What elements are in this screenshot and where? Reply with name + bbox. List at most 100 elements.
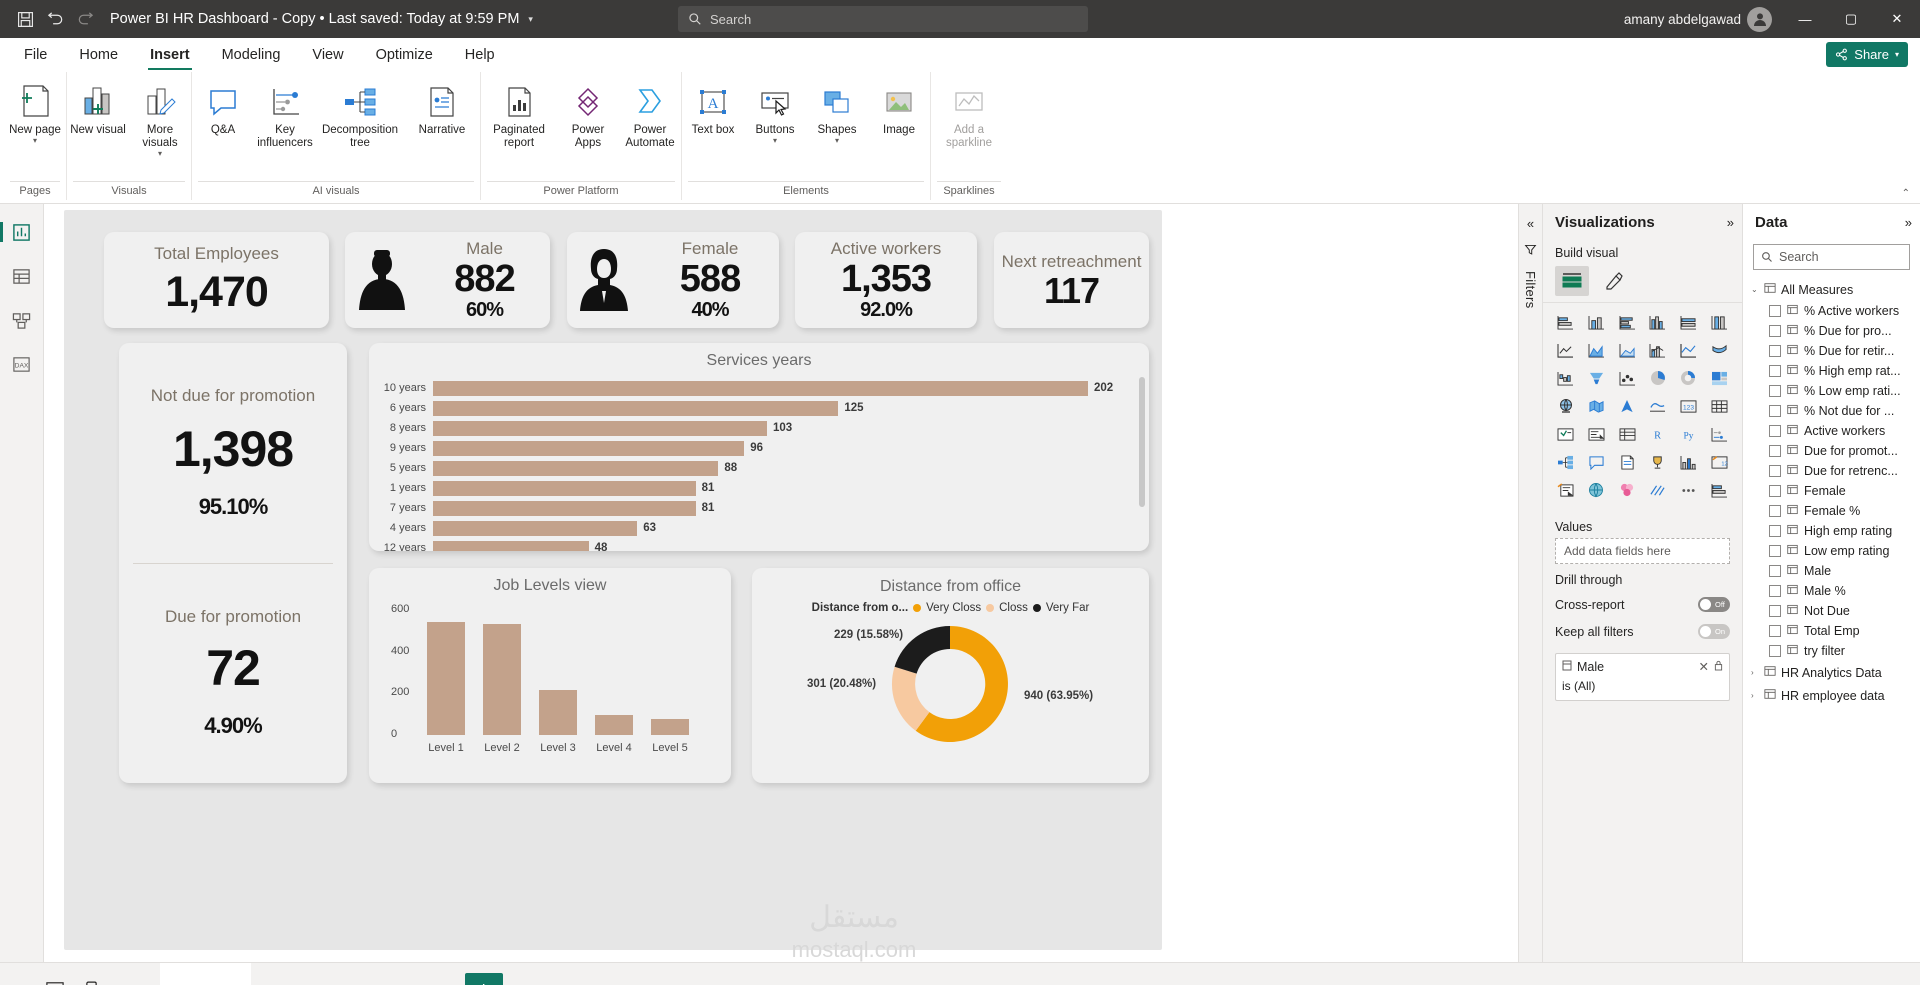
data-field-row[interactable]: % High emp rat... xyxy=(1743,361,1920,381)
table-icon[interactable] xyxy=(1704,393,1734,419)
shapes-button[interactable]: Shapes ▾ xyxy=(806,76,868,145)
kpi-card-total-employees[interactable]: Total Employees 1,470 xyxy=(104,232,329,328)
data-search-input[interactable]: Search xyxy=(1753,244,1910,270)
bar-row[interactable]: 9 years 96 xyxy=(375,440,1149,456)
close-button[interactable]: ✕ xyxy=(1874,0,1920,38)
power-apps-button[interactable]: Power Apps xyxy=(557,76,619,150)
data-field-row[interactable]: Male % xyxy=(1743,581,1920,601)
page-tab-details[interactable]: Details xyxy=(257,963,352,985)
power-automate-button[interactable]: Power Automate xyxy=(619,76,681,150)
bar-fill[interactable] xyxy=(433,520,638,536)
save-icon[interactable] xyxy=(10,5,40,33)
paginated-report-icon[interactable]: 123 xyxy=(1704,449,1734,475)
donut-chart-icon[interactable] xyxy=(1674,365,1704,391)
waterfall-chart-icon[interactable] xyxy=(1551,365,1581,391)
line-chart-icon[interactable] xyxy=(1551,337,1581,363)
buttons-caret[interactable]: ▾ xyxy=(773,137,777,145)
get-more-visuals-icon[interactable] xyxy=(1643,477,1673,503)
buttons-button[interactable]: Buttons ▾ xyxy=(744,76,806,145)
desktop-view-icon[interactable] xyxy=(40,976,70,985)
bar-fill[interactable] xyxy=(433,440,745,456)
ribbon-chart-icon[interactable] xyxy=(1704,337,1734,363)
page-tab-home[interactable]: Home xyxy=(160,962,251,985)
tab-home[interactable]: Home xyxy=(63,38,134,72)
data-field-row[interactable]: Due for promot... xyxy=(1743,441,1920,461)
field-checkbox[interactable] xyxy=(1769,325,1781,337)
data-field-row[interactable]: % Active workers xyxy=(1743,301,1920,321)
chevron-double-right-icon[interactable]: » xyxy=(1905,215,1912,230)
field-checkbox[interactable] xyxy=(1769,345,1781,357)
filters-pane-label[interactable]: Filters xyxy=(1523,271,1538,309)
data-field-row[interactable]: % Not due for ... xyxy=(1743,401,1920,421)
bar-fill[interactable] xyxy=(433,460,719,476)
minimize-button[interactable]: — xyxy=(1782,0,1828,38)
kpi-card-next-retreachment[interactable]: Next retreachment 117 xyxy=(994,232,1149,328)
legend-label-very-closs[interactable]: Very Closs xyxy=(926,602,981,614)
bar-row[interactable]: 1 years 81 xyxy=(375,480,1149,496)
share-button[interactable]: Share ▾ xyxy=(1826,42,1908,67)
stacked-bar-chart-icon[interactable] xyxy=(1551,309,1581,335)
field-checkbox[interactable] xyxy=(1769,585,1781,597)
chevron-double-right-icon[interactable]: » xyxy=(1727,215,1734,230)
scatter-chart-icon[interactable] xyxy=(1612,365,1642,391)
report-canvas[interactable]: Total Employees 1,470 Male 882 60% Femal… xyxy=(64,210,1162,962)
column-bar[interactable] xyxy=(651,718,689,735)
bar-fill[interactable] xyxy=(433,400,839,416)
key-influencers-icon[interactable]: 123 xyxy=(1674,393,1704,419)
add-sparkline-button[interactable]: Add a sparkline xyxy=(931,76,1007,150)
bar-fill[interactable] xyxy=(433,480,696,496)
key-influencers-vis-icon[interactable] xyxy=(1551,449,1581,475)
key-influencers-button[interactable]: Key influencers xyxy=(254,76,316,150)
bar-row[interactable]: 7 years 81 xyxy=(375,500,1149,516)
close-icon[interactable]: ✕ xyxy=(1699,659,1709,674)
field-checkbox[interactable] xyxy=(1769,565,1781,577)
data-field-row[interactable]: Female % xyxy=(1743,501,1920,521)
kpi-card-male[interactable]: Male 882 60% xyxy=(345,232,550,328)
mobile-view-icon[interactable] xyxy=(76,976,106,985)
power-apps-icon[interactable] xyxy=(1551,477,1581,503)
dax-query-view-icon[interactable]: DAX xyxy=(7,350,37,378)
filter-icon[interactable] xyxy=(1524,243,1537,259)
text-box-button[interactable]: A Text box xyxy=(682,76,744,137)
multi-row-card-icon[interactable] xyxy=(1612,449,1642,475)
bar-fill[interactable] xyxy=(433,500,696,516)
image-button[interactable]: Image xyxy=(868,76,930,137)
bar-fill[interactable] xyxy=(433,420,767,436)
stacked-area-chart-icon[interactable] xyxy=(1612,337,1642,363)
data-field-row[interactable]: Due for retrenc... xyxy=(1743,461,1920,481)
field-checkbox[interactable] xyxy=(1769,525,1781,537)
undo-icon[interactable] xyxy=(40,5,70,33)
fields-build-icon[interactable] xyxy=(1555,266,1589,296)
line-stacked-column-icon[interactable] xyxy=(1643,337,1673,363)
100-stacked-bar-icon[interactable] xyxy=(1674,309,1704,335)
data-field-row[interactable]: % Low emp rati... xyxy=(1743,381,1920,401)
bar-row[interactable]: 10 years 202 xyxy=(375,380,1149,396)
report-view-icon[interactable] xyxy=(0,218,37,246)
page-tab-action[interactable]: Action xyxy=(358,963,449,985)
azure-map-icon[interactable] xyxy=(1612,393,1642,419)
legend-label-very-far[interactable]: Very Far xyxy=(1046,602,1089,614)
chevron-double-left-icon[interactable]: « xyxy=(1527,216,1534,231)
new-page-button[interactable]: New page ▾ xyxy=(4,76,66,145)
decomposition-tree-icon[interactable] xyxy=(1704,421,1734,447)
column-bar[interactable] xyxy=(483,623,521,735)
data-field-row[interactable]: Active workers xyxy=(1743,421,1920,441)
column-bar[interactable] xyxy=(539,689,577,735)
arcgis-maps-icon[interactable] xyxy=(1612,477,1642,503)
field-checkbox[interactable] xyxy=(1769,505,1781,517)
data-field-row[interactable]: % Due for retir... xyxy=(1743,341,1920,361)
new-page-caret[interactable]: ▾ xyxy=(33,137,37,145)
field-checkbox[interactable] xyxy=(1769,545,1781,557)
area-chart-icon[interactable] xyxy=(1582,337,1612,363)
kpi-card-female[interactable]: Female 588 40% xyxy=(567,232,779,328)
r-script-visual-icon[interactable]: R xyxy=(1643,421,1673,447)
clustered-bar-chart-icon[interactable] xyxy=(1612,309,1642,335)
map-icon[interactable] xyxy=(1551,393,1581,419)
services-years-chart[interactable]: Services years 10 years 202 6 years 125 8 ye… xyxy=(369,343,1149,551)
filled-map-icon[interactable] xyxy=(1582,393,1612,419)
bar-row[interactable]: 8 years 103 xyxy=(375,420,1149,436)
bar-fill[interactable] xyxy=(433,380,1088,396)
100-stacked-column-icon[interactable] xyxy=(1704,309,1734,335)
funnel-chart-icon[interactable] xyxy=(1582,365,1612,391)
add-page-button[interactable]: + xyxy=(464,973,503,985)
